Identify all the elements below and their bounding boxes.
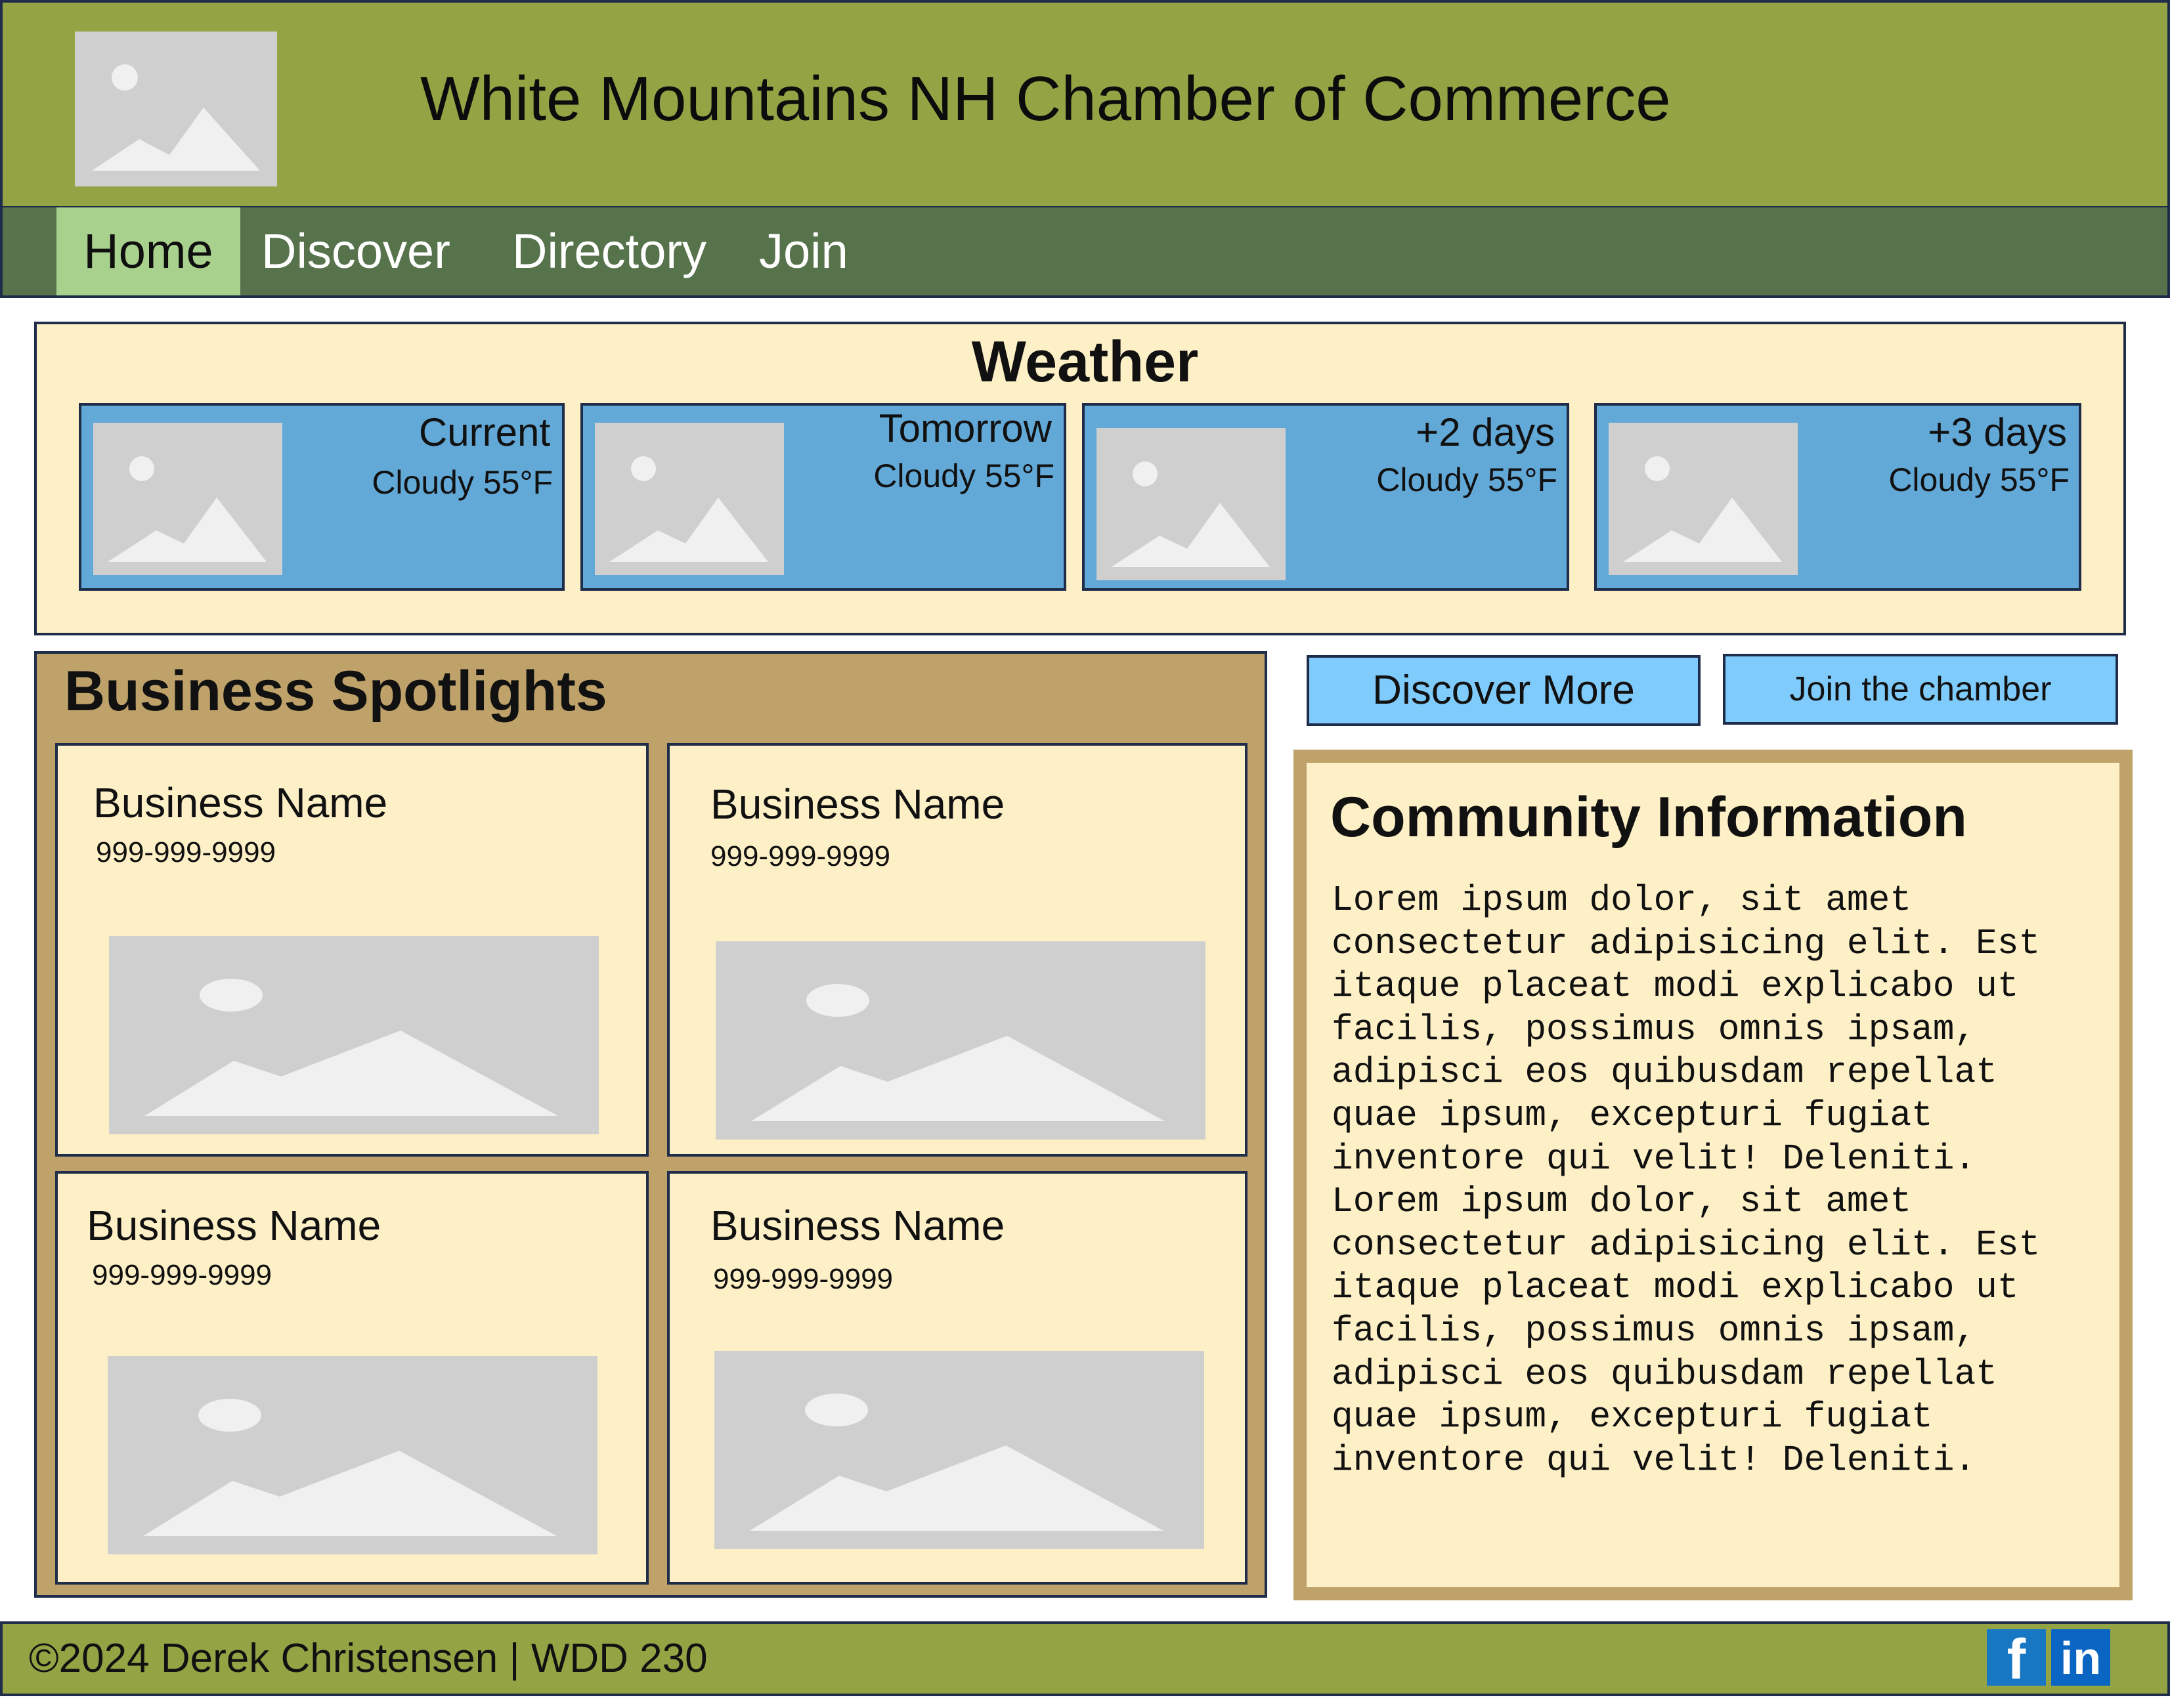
weather-condition: Cloudy 55°F [1888,461,2070,498]
weather-image-placeholder-icon [1096,428,1286,580]
weather-image-placeholder-icon [93,423,282,575]
community-information-body: Lorem ipsum dolor, sit amet consectetur … [1332,881,2041,1481]
weather-day: +2 days [1416,410,1555,454]
nav-item-discover[interactable]: Discover [261,207,450,295]
business-card[interactable]: Business Name 999-999-9999 [55,743,649,1157]
weather-card-plus-3-days: +3 days Cloudy 55°F [1594,403,2081,591]
business-phone: 999-999-9999 [92,1259,272,1291]
facebook-icon[interactable]: f [1987,1629,2046,1690]
business-phone: 999-999-9999 [713,1263,894,1295]
business-spotlights-title: Business Spotlights [64,660,607,723]
footer-copyright: ©2024 Derek Christensen | WDD 230 [29,1636,708,1681]
business-image-placeholder-icon [714,1351,1204,1549]
weather-card-tomorrow: Tomorrow Cloudy 55°F [580,403,1066,591]
business-card[interactable]: Business Name 999-999-9999 [667,1171,1248,1585]
weather-image-placeholder-icon [595,423,784,575]
business-image-placeholder-icon [109,936,599,1134]
weather-day: Current [418,410,550,454]
nav-item-home[interactable]: Home [56,207,240,295]
weather-image-placeholder-icon [1609,423,1798,575]
weather-card-plus-2-days: +2 days Cloudy 55°F [1082,403,1569,591]
business-name: Business Name [87,1202,381,1249]
business-card[interactable]: Business Name 999-999-9999 [667,743,1248,1157]
weather-title: Weather [971,329,1199,394]
site-title: White Mountains NH Chamber of Commerce [420,64,1671,134]
business-name: Business Name [710,1202,1005,1249]
business-image-placeholder-icon [108,1356,597,1554]
business-phone: 999-999-9999 [710,840,891,872]
nav-item-join[interactable]: Join [759,207,848,295]
community-information-title: Community Information [1330,786,1967,849]
join-chamber-button[interactable]: Join the chamber [1723,654,2118,725]
logo-image-placeholder-icon[interactable] [75,32,277,186]
nav-item-directory[interactable]: Directory [512,207,706,295]
business-name: Business Name [93,779,388,826]
weather-condition: Cloudy 55°F [873,458,1054,494]
weather-condition: Cloudy 55°F [1376,461,1557,498]
business-phone: 999-999-9999 [96,836,276,868]
weather-condition: Cloudy 55°F [372,464,553,501]
business-image-placeholder-icon [716,941,1205,1140]
weather-day: +3 days [1928,410,2067,454]
business-card[interactable]: Business Name 999-999-9999 [55,1171,649,1585]
linkedin-icon[interactable]: in [2051,1629,2110,1686]
discover-more-button[interactable]: Discover More [1307,655,1701,726]
business-name: Business Name [710,780,1005,828]
weather-day: Tomorrow [879,406,1052,450]
weather-card-current: Current Cloudy 55°F [79,403,565,591]
